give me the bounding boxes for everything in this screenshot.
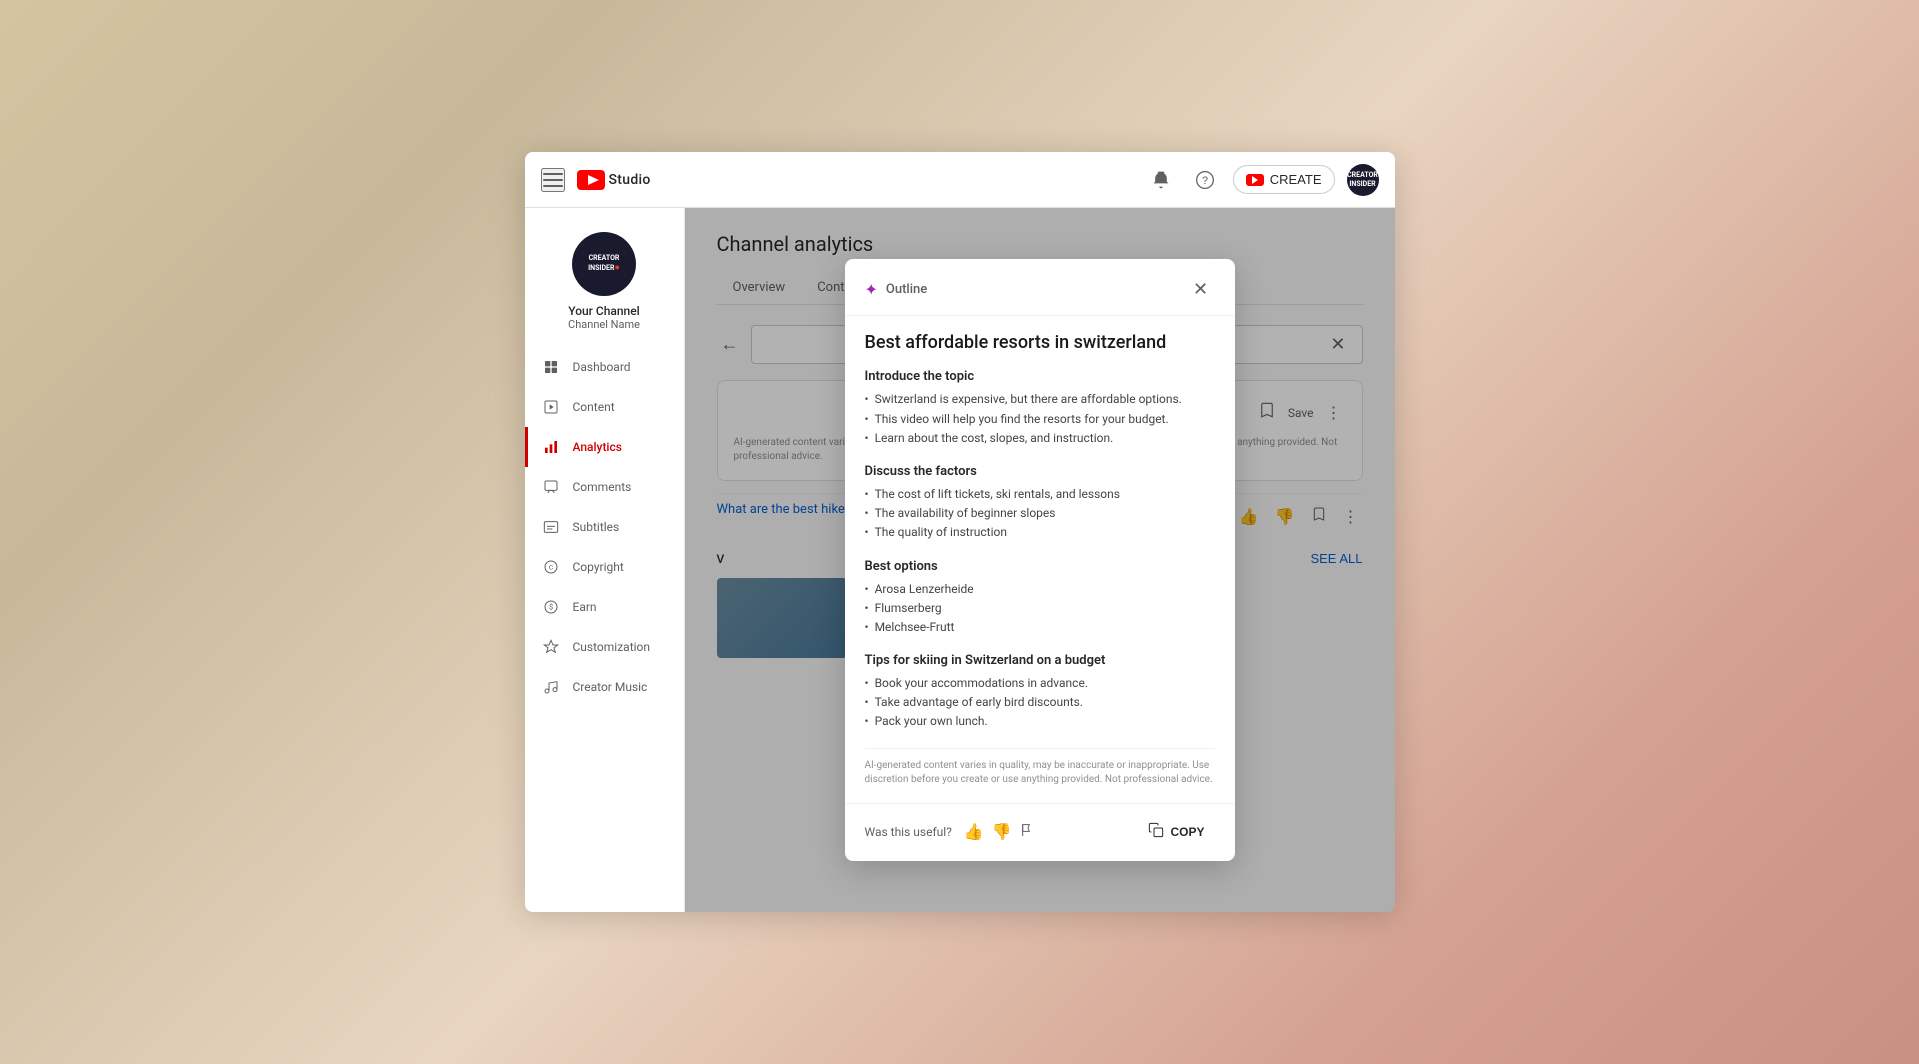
sidebar-item-dashboard[interactable]: Dashboard (525, 347, 684, 387)
outline-section-2: Discuss the factors The cost of lift tic… (865, 464, 1215, 543)
bullet-4-2: Take advantage of early bird discounts. (865, 693, 1215, 712)
body-layout: CREATORINSIDER● Your Channel Channel Nam… (525, 208, 1395, 912)
channel-avatar[interactable]: CREATORINSIDER● (572, 232, 636, 296)
copy-button[interactable]: COPY (1138, 816, 1214, 849)
creator-music-icon (541, 677, 561, 697)
customization-icon (541, 637, 561, 657)
analytics-label: Analytics (573, 440, 622, 454)
section-title-2: Discuss the factors (865, 464, 1215, 479)
bullet-1-3: Learn about the cost, slopes, and instru… (865, 429, 1215, 448)
modal-close-button[interactable]: ✕ (1187, 275, 1215, 303)
earn-icon: $ (541, 597, 561, 617)
help-icon[interactable]: ? (1189, 164, 1221, 196)
modal-disclaimer: AI-generated content varies in quality, … (865, 748, 1215, 787)
create-button-label: CREATE (1270, 172, 1322, 187)
modal-main-title: Best affordable resorts in switzerland (865, 332, 1215, 353)
analytics-icon (541, 437, 561, 457)
content-icon (541, 397, 561, 417)
customization-label: Customization (573, 640, 651, 654)
outline-section-1: Introduce the topic Switzerland is expen… (865, 369, 1215, 448)
modal-header-left: ✦ Outline (865, 280, 928, 299)
bullet-1-2: This video will help you find the resort… (865, 410, 1215, 429)
useful-label: Was this useful? (865, 825, 952, 839)
bullet-3-2: Flumserberg (865, 599, 1215, 618)
studio-label: Studio (609, 172, 651, 188)
sidebar-item-analytics[interactable]: Analytics (525, 427, 684, 467)
channel-name: Your Channel (568, 304, 639, 318)
channel-sub: Channel Name (568, 318, 640, 331)
earn-label: Earn (573, 600, 597, 614)
modal-overlay[interactable]: ✦ Outline ✕ Best affordable resorts in s… (685, 208, 1395, 912)
creator-music-label: Creator Music (573, 680, 648, 694)
bullet-4-1: Book your accommodations in advance. (865, 674, 1215, 693)
outline-modal: ✦ Outline ✕ Best affordable resorts in s… (845, 259, 1235, 860)
bullet-1-1: Switzerland is expensive, but there are … (865, 390, 1215, 409)
section-title-1: Introduce the topic (865, 369, 1215, 384)
bullet-2-1: The cost of lift tickets, ski rentals, a… (865, 485, 1215, 504)
modal-header: ✦ Outline ✕ (845, 259, 1235, 316)
modal-header-tag: Outline (886, 282, 927, 297)
subtitles-label: Subtitles (573, 520, 620, 534)
dashboard-label: Dashboard (573, 360, 631, 374)
outline-section-4: Tips for skiing in Switzerland on a budg… (865, 653, 1215, 732)
top-header: Studio ? CREATE CREATORINSIDER (525, 152, 1395, 208)
sidebar-item-content[interactable]: Content (525, 387, 684, 427)
bullet-3-1: Arosa Lenzerheide (865, 580, 1215, 599)
sidebar-item-comments[interactable]: Comments (525, 467, 684, 507)
copyright-label: Copyright (573, 560, 624, 574)
logo-area: Studio (577, 170, 651, 190)
user-avatar[interactable]: CREATORINSIDER (1347, 164, 1379, 196)
sparkle-icon: ✦ (865, 280, 878, 299)
flag-button[interactable] (1016, 818, 1040, 847)
sidebar-item-subtitles[interactable]: Subtitles (525, 507, 684, 547)
copy-icon (1148, 822, 1164, 843)
sidebar-item-earn[interactable]: $ Earn (525, 587, 684, 627)
bullet-3-3: Melchsee-Frutt (865, 618, 1215, 637)
sidebar-item-copyright[interactable]: C Copyright (525, 547, 684, 587)
section-title-4: Tips for skiing in Switzerland on a budg… (865, 653, 1215, 668)
modal-body: Best affordable resorts in switzerland I… (845, 316, 1235, 802)
content-label: Content (573, 400, 615, 414)
svg-text:$: $ (548, 603, 552, 612)
svg-text:C: C (548, 564, 553, 572)
sidebar: CREATORINSIDER● Your Channel Channel Nam… (525, 208, 685, 912)
bullet-2-3: The quality of instruction (865, 523, 1215, 542)
copy-label: COPY (1170, 825, 1204, 839)
hamburger-menu-button[interactable] (541, 168, 565, 192)
sidebar-item-creator-music[interactable]: Creator Music (525, 667, 684, 707)
thumbup-button[interactable]: 👍 (960, 818, 988, 846)
section-title-3: Best options (865, 559, 1215, 574)
thumbdown-button[interactable]: 👎 (988, 818, 1016, 846)
bullet-2-2: The availability of beginner slopes (865, 504, 1215, 523)
comments-label: Comments (573, 480, 632, 494)
notifications-icon[interactable] (1145, 164, 1177, 196)
dashboard-icon (541, 357, 561, 377)
modal-footer: Was this useful? 👍 👎 COPY (845, 803, 1235, 861)
sidebar-item-customization[interactable]: Customization (525, 627, 684, 667)
comments-icon (541, 477, 561, 497)
copyright-icon: C (541, 557, 561, 577)
create-button[interactable]: CREATE (1233, 165, 1335, 194)
avatar-text: CREATORINSIDER (1347, 171, 1378, 188)
main-content: Channel analytics Overview Content Audie… (685, 208, 1395, 912)
subtitles-icon (541, 517, 561, 537)
channel-info: CREATORINSIDER● Your Channel Channel Nam… (525, 224, 684, 347)
svg-text:?: ? (1202, 175, 1208, 187)
youtube-logo-icon (577, 170, 605, 190)
create-button-icon (1246, 174, 1264, 186)
bullet-4-3: Pack your own lunch. (865, 712, 1215, 731)
outline-section-3: Best options Arosa Lenzerheide Flumserbe… (865, 559, 1215, 638)
header-right: ? CREATE CREATORINSIDER (1145, 164, 1379, 196)
